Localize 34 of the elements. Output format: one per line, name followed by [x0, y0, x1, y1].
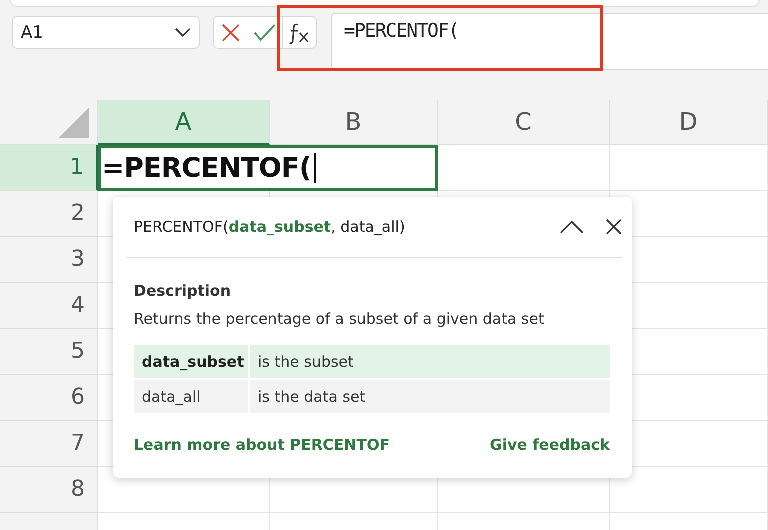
close-icon[interactable]: [606, 219, 622, 235]
row-header[interactable]: 3: [0, 237, 98, 283]
row-header[interactable]: 7: [0, 421, 98, 467]
cross-icon: [221, 22, 241, 42]
parameter-description: is the subset: [250, 345, 610, 378]
row-header[interactable]: 5: [0, 329, 98, 375]
description-heading: Description: [134, 282, 232, 300]
row-header[interactable]: 2: [0, 191, 98, 237]
description-text: Returns the percentage of a subset of a given data set: [134, 310, 546, 328]
learn-more-link[interactable]: Learn more about PERCENTOF: [134, 436, 390, 454]
column-header[interactable]: D: [610, 100, 768, 145]
row-header[interactable]: 1: [0, 145, 98, 191]
parameter-name: data_all: [134, 380, 248, 413]
select-all-corner[interactable]: [0, 100, 98, 145]
parameter-description: is the data set: [250, 380, 610, 413]
function-icon: [288, 22, 310, 44]
row-header[interactable]: 8: [0, 467, 98, 513]
parameter-name: data_subset: [134, 345, 248, 378]
grid-cell[interactable]: [610, 145, 768, 191]
chevron-down-icon: [175, 28, 191, 38]
row-header[interactable]: 6: [0, 375, 98, 421]
column-header[interactable]: A: [98, 100, 270, 145]
collapse-icon[interactable]: [560, 220, 584, 234]
formula-input[interactable]: =PERCENTOF(: [331, 13, 768, 70]
grid-cell[interactable]: [438, 145, 610, 191]
feedback-link[interactable]: Give feedback: [490, 436, 610, 454]
checkmark-icon: [254, 22, 276, 42]
column-header[interactable]: B: [270, 100, 438, 145]
cell-editor[interactable]: =PERCENTOF(: [98, 145, 438, 191]
function-signature: PERCENTOF(data_subset, data_all): [134, 218, 406, 236]
column-header[interactable]: C: [438, 100, 610, 145]
triangle-icon: [59, 108, 89, 138]
name-box[interactable]: A1: [12, 16, 200, 49]
row-header[interactable]: 4: [0, 283, 98, 329]
